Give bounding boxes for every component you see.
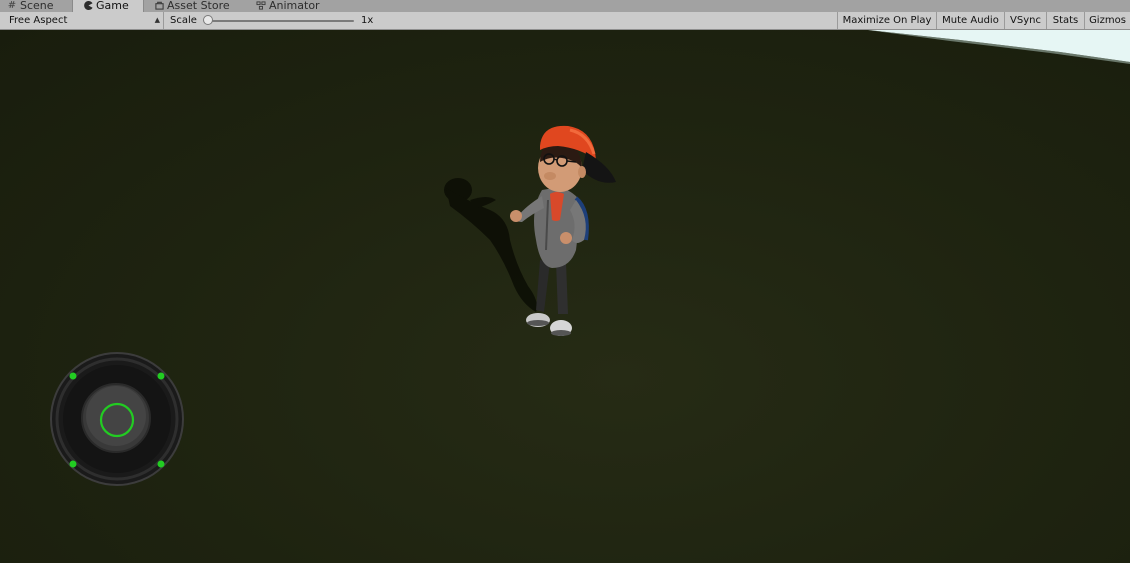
vsync-toggle[interactable]: VSync	[1004, 12, 1046, 29]
tab-animator-label: Animator	[269, 0, 320, 12]
dropdown-arrows-icon: ▲	[154, 16, 160, 24]
maximize-on-play-toggle[interactable]: Maximize On Play	[837, 12, 936, 29]
sky-horizon	[868, 30, 1130, 64]
virtual-joystick[interactable]	[48, 350, 186, 488]
scale-slider-track[interactable]	[207, 20, 354, 22]
animator-icon	[256, 1, 266, 11]
game-view-toolbar: Free Aspect ▲ Scale 1x Maximize On Play …	[0, 12, 1130, 30]
game-viewport[interactable]	[0, 30, 1130, 563]
tab-scene-label: Scene	[20, 0, 54, 12]
gizmos-toggle[interactable]: Gizmos	[1084, 12, 1130, 29]
store-icon	[154, 1, 164, 11]
scale-label: Scale	[170, 15, 197, 26]
stats-toggle[interactable]: Stats	[1046, 12, 1084, 29]
character-shadow	[444, 178, 537, 312]
player-character	[444, 125, 616, 336]
grid-icon: #	[7, 0, 17, 11]
aspect-ratio-value: Free Aspect	[9, 15, 68, 26]
tab-scene[interactable]: # Scene	[7, 0, 54, 12]
tab-animator[interactable]: Animator	[256, 0, 320, 12]
tab-asset-store[interactable]: Asset Store	[154, 0, 230, 12]
tab-game[interactable]: Game	[72, 0, 144, 12]
editor-tab-strip: # Scene Game Asset Store Animator	[0, 0, 1130, 12]
tab-game-label: Game	[96, 0, 129, 12]
scale-value: 1x	[361, 15, 374, 26]
tab-asset-store-label: Asset Store	[167, 0, 230, 12]
unity-editor-game-window: # Scene Game Asset Store Animator Free A…	[0, 0, 1130, 563]
pacman-icon	[83, 0, 93, 11]
mute-audio-toggle[interactable]: Mute Audio	[936, 12, 1004, 29]
scale-slider-handle[interactable]	[203, 15, 213, 25]
aspect-ratio-dropdown[interactable]: Free Aspect ▲	[0, 12, 164, 29]
